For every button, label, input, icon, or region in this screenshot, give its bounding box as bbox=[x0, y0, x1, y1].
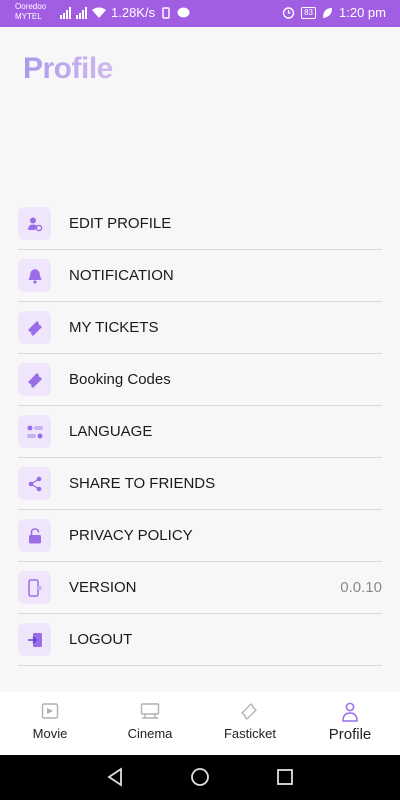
carrier-info: Ooredoo MYTEL bbox=[15, 2, 46, 22]
nav-tab-label: Profile bbox=[328, 726, 372, 743]
menu-item-logout[interactable]: LOGOUT bbox=[18, 614, 382, 666]
ticket-icon bbox=[18, 363, 51, 396]
page-title: Profile bbox=[23, 52, 113, 85]
cinema-icon bbox=[140, 703, 160, 719]
logout-icon bbox=[18, 623, 51, 656]
bottom-navigation: Movie Cinema Fasticket Profile bbox=[0, 692, 400, 755]
nav-tab-label: Cinema bbox=[127, 726, 173, 741]
signal-icon bbox=[60, 6, 71, 19]
nav-tab-label: Movie bbox=[32, 726, 68, 741]
menu-item-language[interactable]: LANGUAGE bbox=[18, 406, 382, 458]
menu-item-label: Booking Codes bbox=[69, 371, 171, 388]
menu-item-label: EDIT PROFILE bbox=[69, 215, 172, 232]
home-icon[interactable] bbox=[190, 767, 210, 787]
carrier-bottom: MYTEL bbox=[15, 12, 42, 21]
status-bar: Ooredoo MYTEL 1.28K/s 83 1:20 pm bbox=[0, 0, 400, 27]
carrier-top: Ooredoo bbox=[15, 2, 47, 11]
menu-item-privacy-policy[interactable]: PRIVACY POLICY bbox=[18, 510, 382, 562]
status-right: 83 1:20 pm bbox=[282, 5, 386, 20]
status-left: 1.28K/s bbox=[60, 5, 190, 20]
back-icon[interactable] bbox=[106, 767, 126, 787]
nav-tab-label: Fasticket bbox=[223, 726, 276, 741]
menu-item-label: PRIVACY POLICY bbox=[69, 527, 193, 544]
vibrate-icon bbox=[162, 6, 170, 19]
edit-profile-icon bbox=[18, 207, 51, 240]
nav-tab-movie[interactable]: Movie bbox=[0, 692, 100, 755]
clock: 1:20 pm bbox=[339, 5, 386, 20]
wifi-icon bbox=[92, 7, 106, 18]
bell-icon bbox=[18, 259, 51, 292]
network-speed: 1.28K/s bbox=[111, 5, 156, 20]
movie-icon bbox=[41, 703, 59, 719]
nav-tab-fasticket[interactable]: Fasticket bbox=[200, 692, 300, 755]
message-icon bbox=[177, 7, 190, 17]
share-icon bbox=[18, 467, 51, 500]
fasticket-icon bbox=[241, 703, 257, 720]
leaf-icon bbox=[323, 7, 333, 18]
system-navigation-bar bbox=[0, 755, 400, 800]
menu-item-label: NOTIFICATION bbox=[69, 267, 174, 284]
nav-tab-profile[interactable]: Profile bbox=[300, 692, 400, 755]
menu-item-label: MY TICKETS bbox=[69, 319, 159, 336]
menu-item-share-to-friends[interactable]: SHARE TO FRIENDS bbox=[18, 458, 382, 510]
profile-menu: EDIT PROFILE NOTIFICATION MY TICKETS Boo… bbox=[18, 198, 382, 666]
menu-item-label: LOGOUT bbox=[69, 631, 133, 648]
menu-item-notification[interactable]: NOTIFICATION bbox=[18, 250, 382, 302]
language-icon bbox=[18, 415, 51, 448]
version-value: 0.0.10 bbox=[340, 579, 382, 596]
ticket-icon bbox=[18, 311, 51, 344]
signal-icon bbox=[76, 6, 87, 19]
menu-item-label: LANGUAGE bbox=[69, 423, 153, 440]
nav-tab-cinema[interactable]: Cinema bbox=[100, 692, 200, 755]
menu-item-label: SHARE TO FRIENDS bbox=[69, 475, 216, 492]
menu-item-edit-profile[interactable]: EDIT PROFILE bbox=[18, 198, 382, 250]
recents-icon[interactable] bbox=[275, 767, 295, 787]
menu-item-version: VERSION 0.0.10 bbox=[18, 562, 382, 614]
profile-icon bbox=[342, 702, 358, 722]
battery-icon: 83 bbox=[301, 6, 317, 19]
alarm-icon bbox=[282, 7, 295, 19]
lock-icon bbox=[18, 519, 51, 552]
menu-item-label: VERSION bbox=[69, 579, 137, 596]
menu-item-my-tickets[interactable]: MY TICKETS bbox=[18, 302, 382, 354]
menu-item-booking-codes[interactable]: Booking Codes bbox=[18, 354, 382, 406]
phone-icon bbox=[18, 571, 51, 604]
